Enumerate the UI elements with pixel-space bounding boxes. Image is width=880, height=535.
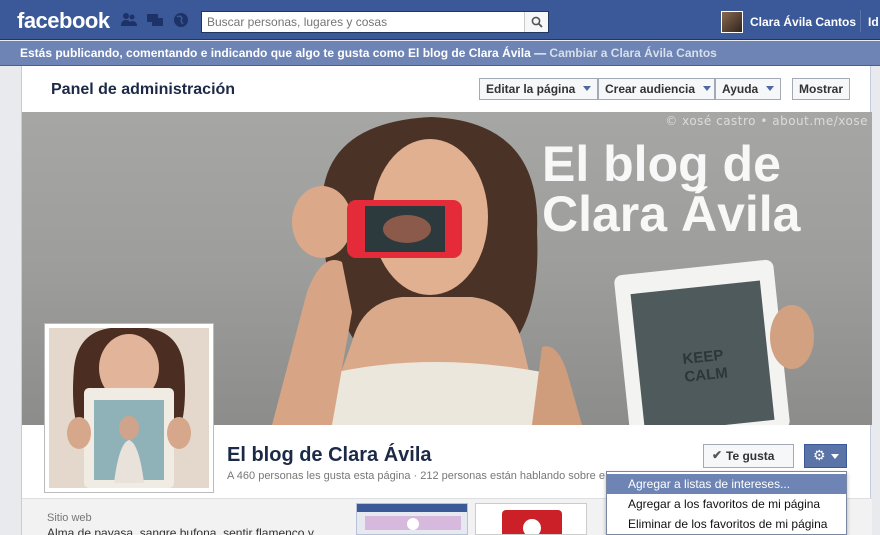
photos-thumbnail[interactable] bbox=[356, 503, 468, 535]
friend-requests-icon[interactable] bbox=[120, 12, 138, 28]
chevron-down-icon bbox=[583, 86, 592, 91]
check-icon: ✔ bbox=[712, 448, 723, 462]
menu-item-add-to-interest-lists[interactable]: Agregar a listas de intereses... bbox=[607, 474, 846, 494]
page-timeline-column: Panel de administración Editar la página… bbox=[21, 66, 872, 535]
voice-switcher-bar: Estás publicando, comentando e indicando… bbox=[0, 41, 880, 66]
edit-page-label: Editar la página bbox=[486, 82, 576, 96]
menu-item-add-to-favorites[interactable]: Agregar a los favoritos de mi página bbox=[607, 494, 846, 514]
cover-title-text: El blog de Clara Ávila bbox=[542, 136, 801, 242]
top-navigation-bar: facebook Clara Ávila Cantos Id bbox=[0, 0, 880, 40]
create-audience-label: Crear audiencia bbox=[605, 82, 696, 96]
search-box[interactable] bbox=[201, 11, 549, 33]
photo-credit: © xosé castro • about.me/xose bbox=[665, 114, 868, 128]
facebook-logo[interactable]: facebook bbox=[17, 8, 110, 34]
page-options-menu: Agregar a listas de intereses... Agregar… bbox=[606, 471, 847, 535]
menu-item-remove-from-favorites[interactable]: Eliminar de los favoritos de mi página bbox=[607, 514, 846, 534]
profile-picture[interactable] bbox=[44, 323, 214, 493]
search-button[interactable] bbox=[524, 12, 548, 32]
search-icon bbox=[531, 16, 543, 28]
chevron-down-icon bbox=[831, 454, 839, 459]
about-label: Sitio web bbox=[47, 512, 92, 524]
page-like-stats: A 460 personas les gusta esta página · 2… bbox=[227, 470, 605, 482]
create-audience-button[interactable]: Crear audiencia bbox=[598, 78, 715, 100]
show-label: Mostrar bbox=[799, 82, 844, 96]
search-input[interactable] bbox=[202, 12, 524, 32]
voice-notice-text: Estás publicando, comentando e indicando… bbox=[20, 46, 550, 60]
user-name-link[interactable]: Clara Ávila Cantos bbox=[750, 15, 856, 29]
pinterest-app-thumbnail[interactable] bbox=[475, 503, 587, 535]
help-label: Ayuda bbox=[722, 82, 759, 96]
top-nav-link[interactable]: Id bbox=[868, 15, 879, 29]
switch-voice-link[interactable]: Cambiar a Clara Ávila Cantos bbox=[549, 46, 716, 60]
page-name[interactable]: El blog de Clara Ávila bbox=[227, 444, 432, 467]
profile-picture-image bbox=[49, 328, 209, 488]
show-button[interactable]: Mostrar bbox=[792, 78, 850, 100]
gear-icon: ⚙ bbox=[813, 447, 826, 463]
admin-panel-title: Panel de administración bbox=[51, 81, 236, 98]
like-button-label: Te gusta bbox=[726, 449, 775, 463]
about-text: Alma de payasa, sangre bufona, sentir fl… bbox=[47, 526, 323, 535]
messages-icon[interactable] bbox=[146, 12, 164, 28]
page-options-button[interactable]: ⚙ bbox=[804, 444, 847, 468]
help-button[interactable]: Ayuda bbox=[715, 78, 781, 100]
user-avatar[interactable] bbox=[721, 11, 743, 33]
voice-notice: Estás publicando, comentando e indicando… bbox=[20, 46, 717, 60]
chevron-down-icon bbox=[766, 86, 775, 91]
topbar-divider bbox=[860, 10, 861, 32]
chevron-down-icon bbox=[703, 86, 712, 91]
edit-page-button[interactable]: Editar la página bbox=[479, 78, 598, 100]
like-button[interactable]: ✔ Te gusta bbox=[703, 444, 794, 468]
notifications-globe-icon[interactable] bbox=[172, 12, 190, 28]
